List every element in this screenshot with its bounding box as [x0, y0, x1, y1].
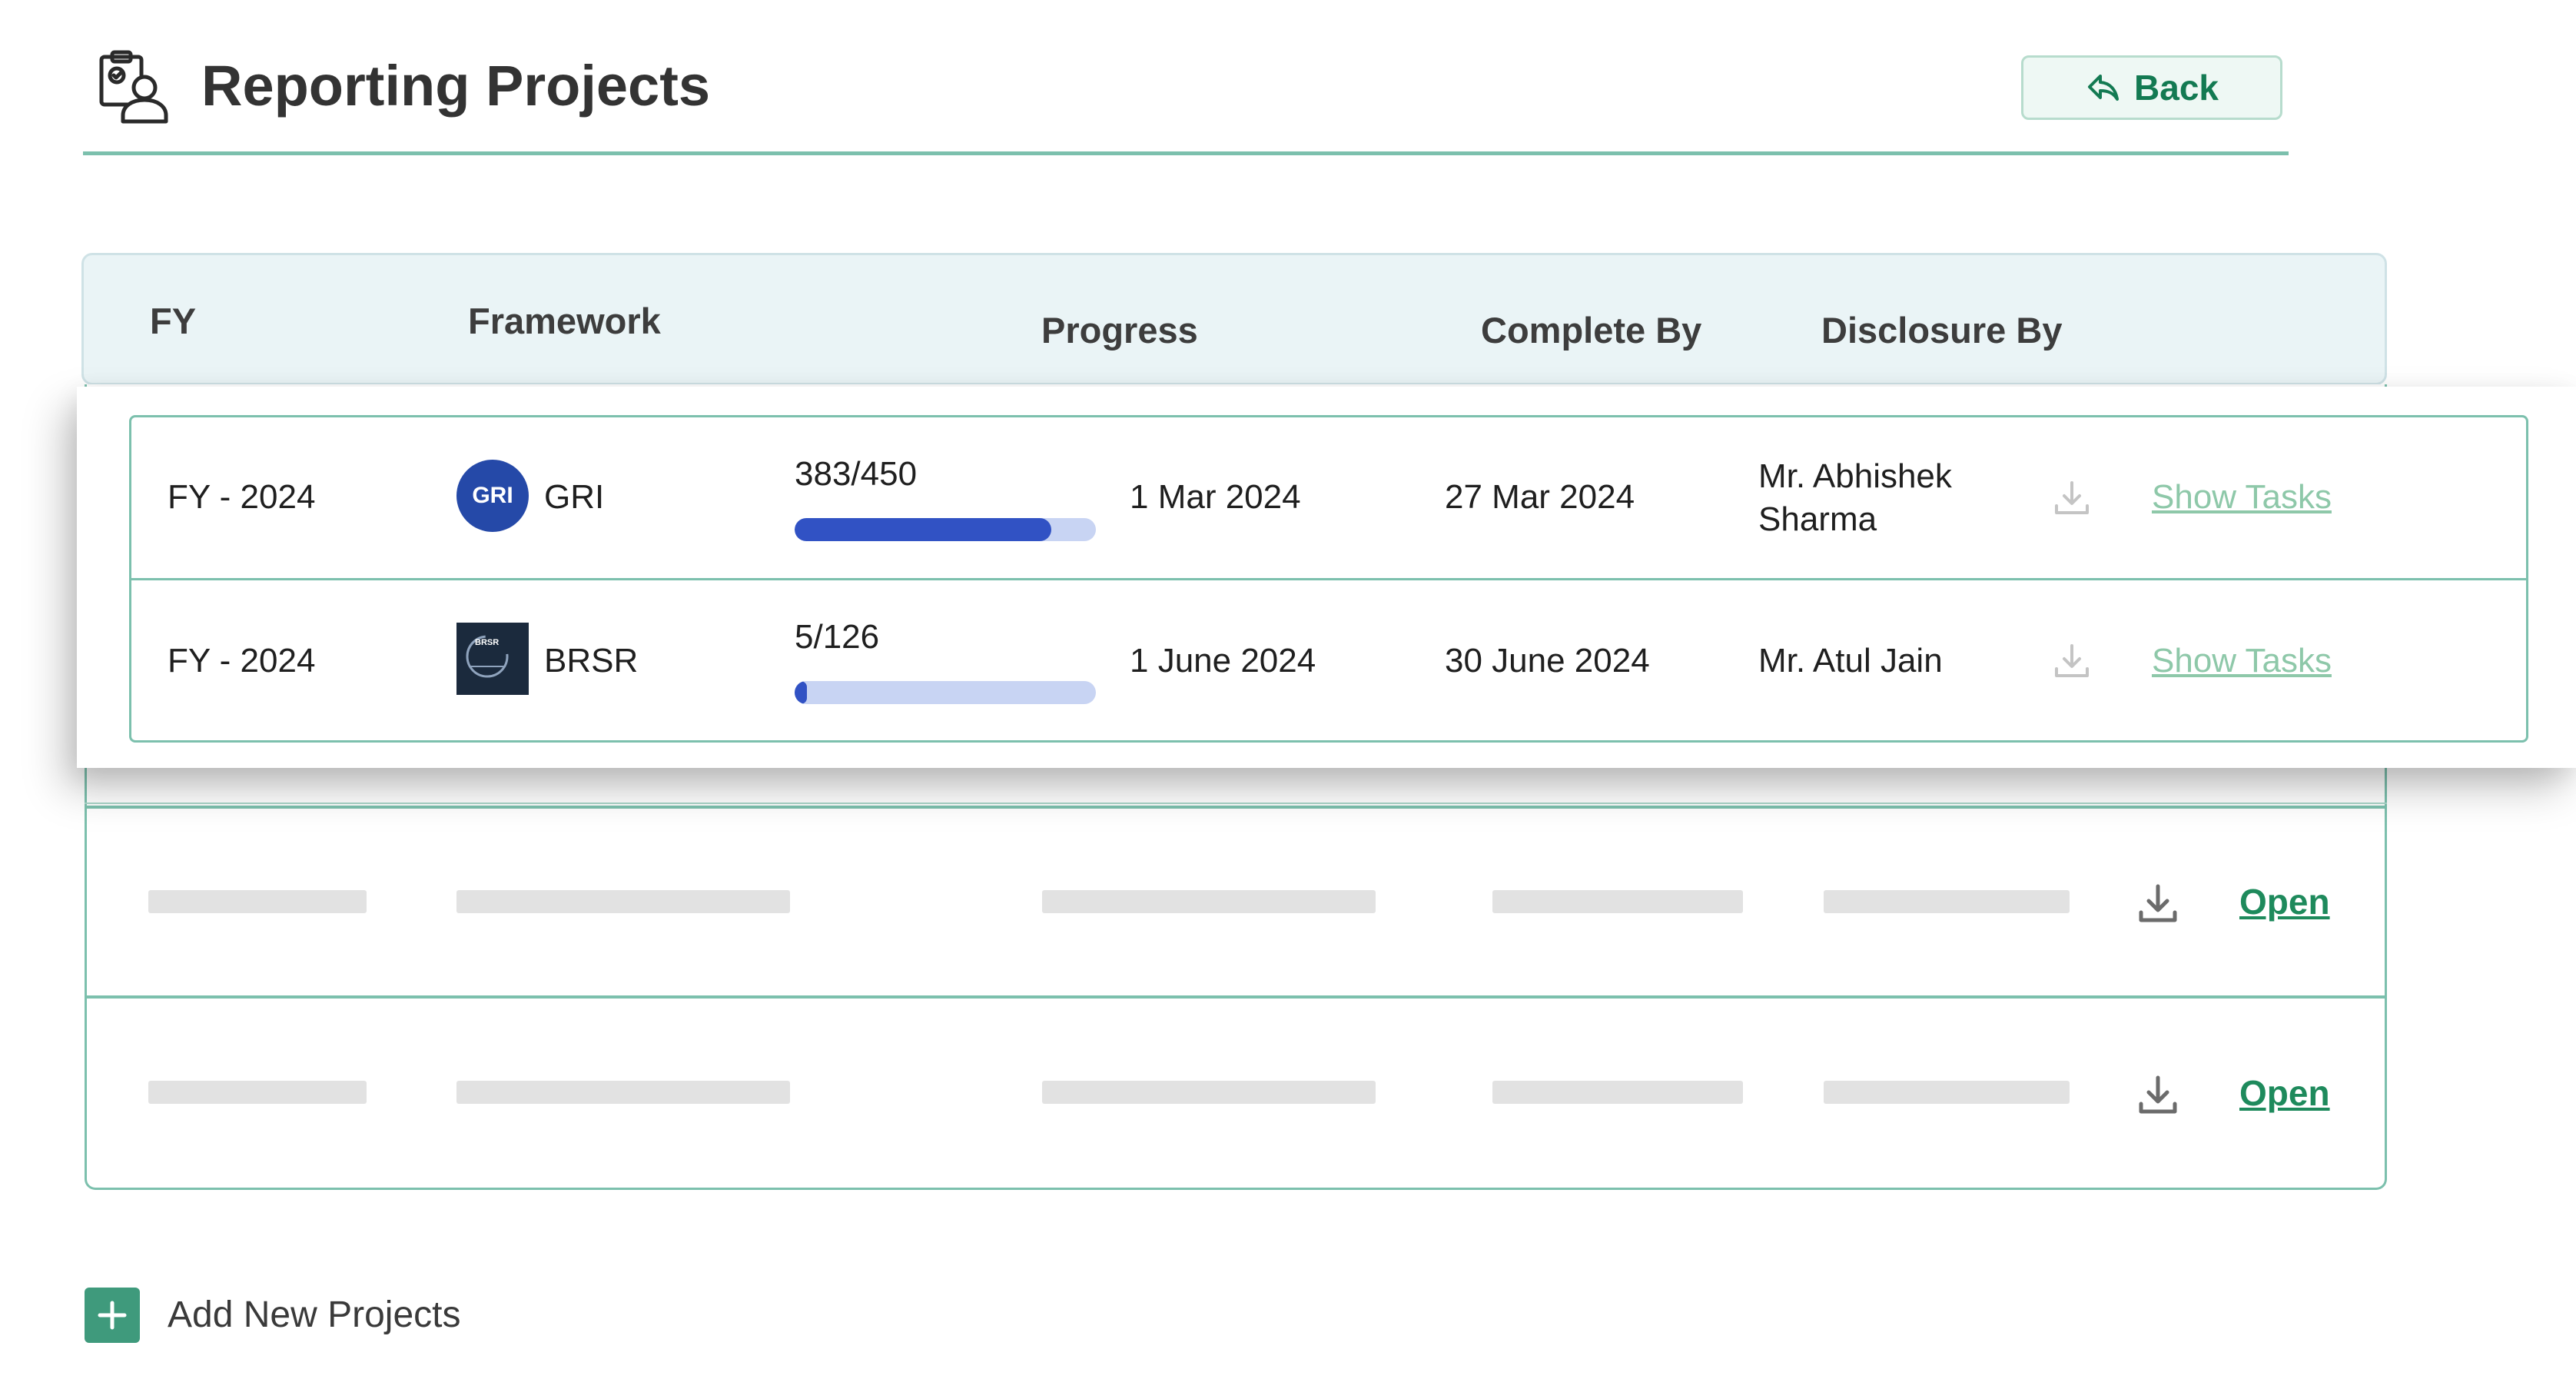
complete-by-cell: 1 June 2024 [1130, 642, 1316, 680]
back-button-label: Back [2134, 68, 2219, 108]
placeholder-bar [1824, 1081, 2070, 1104]
placeholder-bar [148, 890, 367, 913]
show-tasks-link[interactable]: Show Tasks [2152, 478, 2332, 517]
column-header-disclosure-by: Disclosure By [1821, 310, 2063, 351]
plus-icon [98, 1301, 127, 1330]
brsr-logo: BRSR [456, 623, 529, 695]
reporting-projects-icon [94, 46, 174, 126]
framework-cell: GRI [544, 478, 605, 516]
open-link[interactable]: Open [2239, 881, 2330, 922]
header-divider [83, 151, 2289, 155]
progress-count: 383/450 [795, 455, 918, 493]
back-button[interactable]: Back [2021, 55, 2282, 120]
brsr-logo-text: BRSR [475, 638, 500, 647]
progress-bar-fill [795, 518, 1051, 541]
row-divider [129, 578, 2528, 580]
disclosure-by-cell: 30 June 2024 [1445, 642, 1650, 680]
page-title: Reporting Projects [201, 54, 710, 118]
show-tasks-link[interactable]: Show Tasks [2152, 642, 2332, 680]
placeholder-bar [148, 1081, 367, 1104]
fy-cell: FY - 2024 [168, 642, 316, 680]
disclosure-by-cell: 27 Mar 2024 [1445, 478, 1635, 516]
row-divider [85, 806, 2387, 809]
progress-count: 5/126 [795, 618, 880, 656]
add-new-projects-label[interactable]: Add New Projects [168, 1291, 461, 1339]
column-header-framework: Framework [468, 301, 661, 341]
placeholder-bar [1042, 890, 1376, 913]
progress-bar [795, 681, 1096, 704]
progress-bar [795, 518, 1096, 541]
table-header: FY Framework Progress Complete By Disclo… [81, 253, 2387, 385]
download-icon[interactable] [2135, 1072, 2181, 1118]
placeholder-bar [1042, 1081, 1376, 1104]
framework-cell: BRSR [544, 642, 639, 680]
column-header-fy: FY [150, 301, 197, 341]
download-icon[interactable] [2135, 880, 2181, 926]
assignee-name-line2: Sharma [1758, 500, 1877, 538]
download-icon[interactable] [2052, 641, 2092, 681]
assignee-name-line1: Mr. Abhishek [1758, 457, 1952, 495]
gri-logo: GRI [456, 460, 529, 532]
fy-cell: FY - 2024 [168, 478, 316, 516]
placeholder-bar [1492, 890, 1743, 913]
column-header-progress: Progress [1041, 310, 1198, 351]
open-link[interactable]: Open [2239, 1072, 2330, 1114]
placeholder-bar [456, 1081, 790, 1104]
gri-logo-text: GRI [472, 483, 513, 508]
assignee-cell: Mr. Atul Jain [1758, 642, 1943, 680]
assignee-cell: Mr. Abhishek Sharma [1758, 455, 1952, 541]
column-header-complete-by: Complete By [1481, 310, 1702, 351]
add-project-button[interactable] [85, 1288, 140, 1343]
complete-by-cell: 1 Mar 2024 [1130, 478, 1301, 516]
placeholder-bar [456, 890, 790, 913]
placeholder-bar [1492, 1081, 1743, 1104]
row-divider [85, 803, 2387, 804]
placeholder-bar [1824, 890, 2070, 913]
download-icon[interactable] [2052, 478, 2092, 518]
reply-arrow-icon [2088, 75, 2120, 101]
row-divider [85, 995, 2387, 999]
